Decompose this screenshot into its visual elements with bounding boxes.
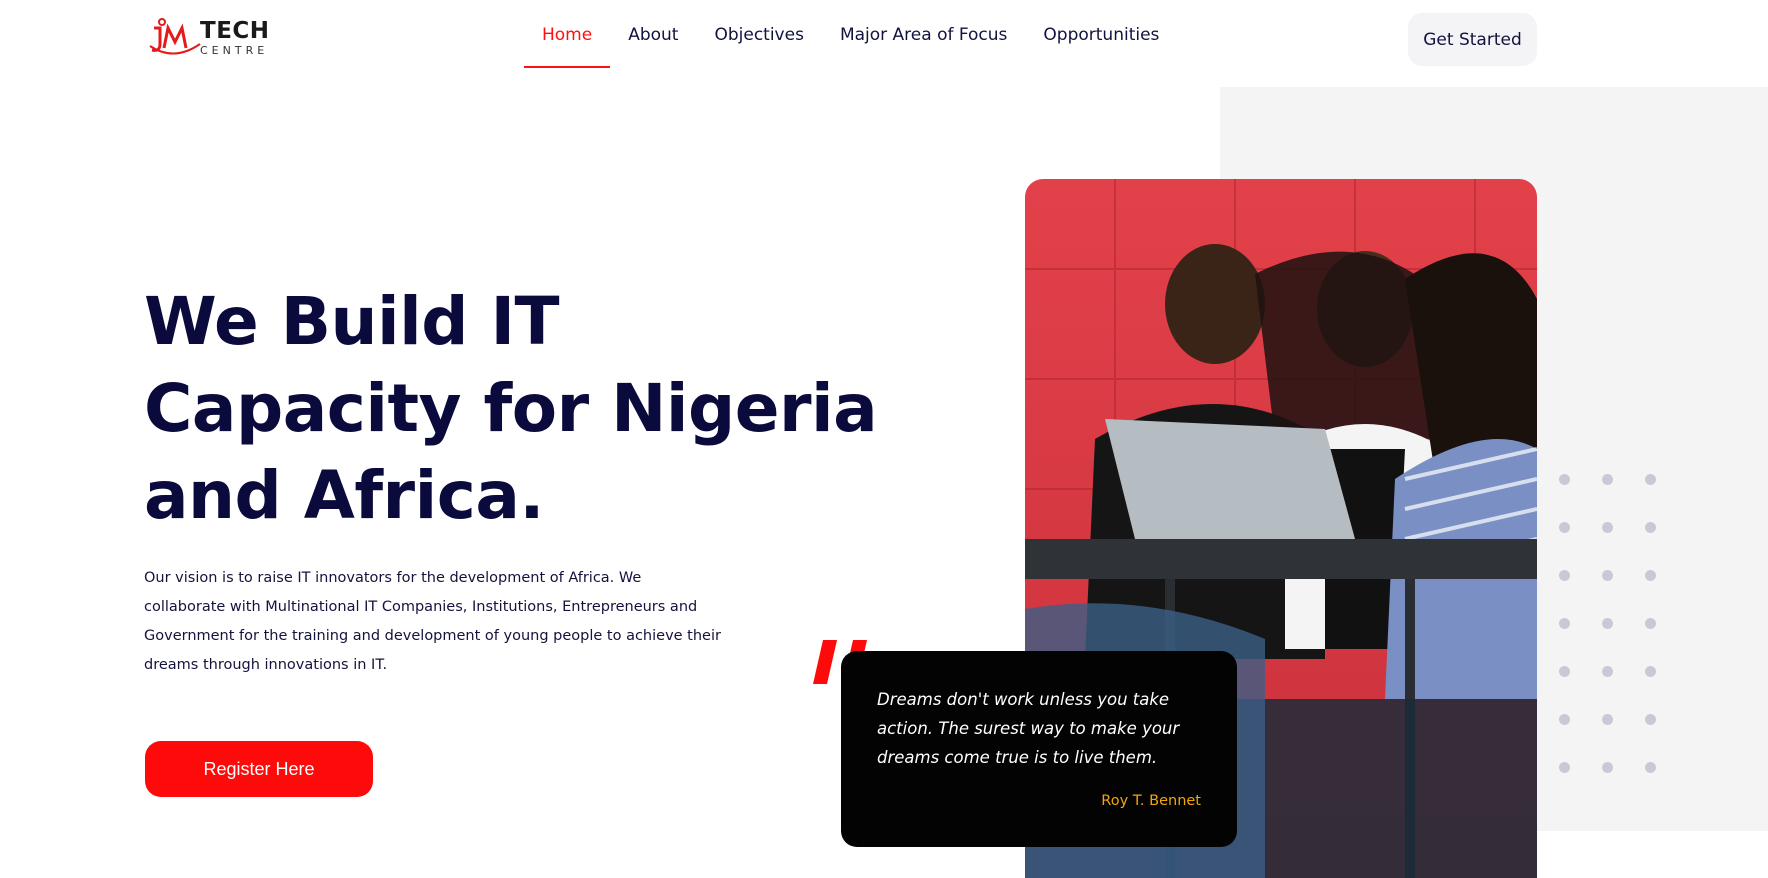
hero-title-line-1: We Build IT bbox=[144, 283, 560, 360]
jm-logo-icon bbox=[149, 18, 201, 55]
logo-brand-text: TECH bbox=[200, 18, 270, 44]
quote-text: Dreams don't work unless you take action… bbox=[877, 690, 1180, 767]
nav-item-about[interactable]: About bbox=[610, 0, 696, 70]
quote-author: Roy T. Bennet bbox=[1101, 793, 1201, 809]
nav-item-objectives[interactable]: Objectives bbox=[696, 0, 821, 70]
hero-title-line-3: and Africa. bbox=[144, 457, 544, 534]
site-logo[interactable]: TECH CENTRE bbox=[146, 14, 276, 62]
main-nav: Home About Objectives Major Area of Focu… bbox=[524, 0, 1177, 70]
nav-item-major-area-of-focus[interactable]: Major Area of Focus bbox=[822, 0, 1025, 70]
hero-title-line-2: Capacity for Nigeria bbox=[144, 370, 878, 447]
hero-title: We Build IT Capacity for Nigeria and Afr… bbox=[144, 278, 904, 539]
logo-sub-text: CENTRE bbox=[200, 44, 269, 57]
dot-grid-decoration bbox=[1559, 474, 1659, 784]
get-started-button[interactable]: Get Started bbox=[1408, 13, 1537, 66]
nav-item-home[interactable]: Home bbox=[524, 0, 611, 70]
nav-item-opportunities[interactable]: Opportunities bbox=[1025, 0, 1177, 70]
hero-description: Our vision is to raise IT innovators for… bbox=[144, 570, 721, 673]
register-button[interactable]: Register Here bbox=[145, 741, 373, 797]
quote-card: Dreams don't work unless you take action… bbox=[841, 651, 1237, 847]
